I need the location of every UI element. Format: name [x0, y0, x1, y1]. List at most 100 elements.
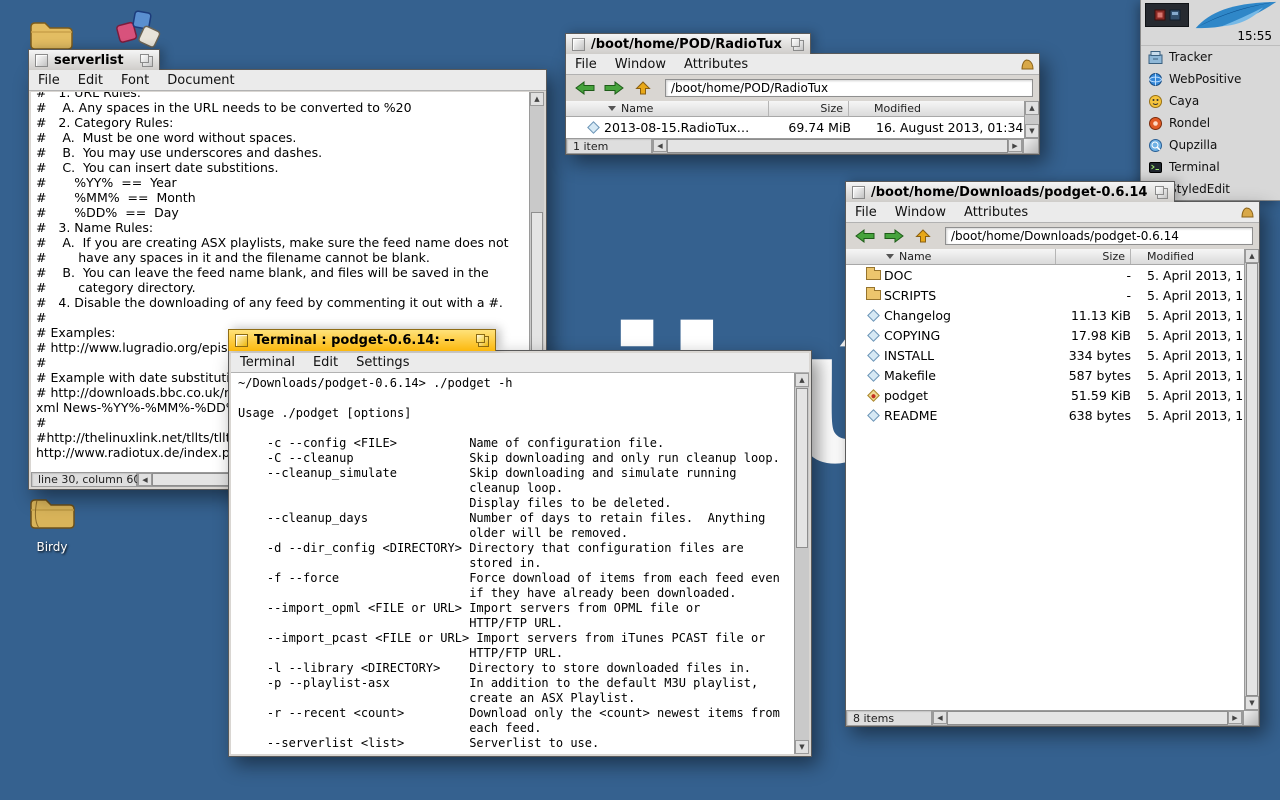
vertical-scrollbar[interactable]: ▲ ▼ [1244, 249, 1259, 710]
up-button[interactable] [910, 226, 936, 246]
file-list[interactable]: 2013-08-15.RadioTux… 69.74 MiB 16. Augus… [566, 117, 1024, 138]
forward-button[interactable] [881, 226, 907, 246]
scroll-left-button[interactable]: ◀ [933, 711, 947, 724]
sort-arrow-icon [886, 254, 894, 259]
navigation-toolbar: /boot/home/Downloads/podget-0.6.14 [846, 223, 1259, 249]
file-name: DOC [884, 268, 1056, 283]
tray-icon-2[interactable] [1169, 9, 1181, 21]
close-button[interactable] [572, 38, 585, 51]
path-field[interactable]: /boot/home/Downloads/podget-0.6.14 [945, 227, 1253, 245]
column-header-size[interactable]: Size [769, 101, 849, 116]
file-row[interactable]: podget 51.59 KiB 5. April 2013, 17: [846, 385, 1244, 405]
column-header-name[interactable]: Name [566, 101, 769, 116]
tray-icon-1[interactable] [1154, 9, 1166, 21]
menu-window[interactable]: Window [606, 54, 675, 74]
gems-icon [112, 8, 166, 54]
back-button[interactable] [572, 78, 598, 98]
scroll-up-button[interactable]: ▲ [1025, 101, 1039, 115]
scroll-up-button[interactable]: ▲ [795, 373, 809, 387]
zoom-button[interactable] [140, 54, 153, 67]
scrollbar-thumb[interactable] [1246, 263, 1258, 696]
menu-file[interactable]: File [846, 202, 886, 222]
tray-icons[interactable] [1145, 3, 1189, 27]
tracker-icon [1148, 50, 1163, 65]
scroll-left-button[interactable]: ◀ [138, 473, 152, 486]
horizontal-scrollbar[interactable]: ◀ ▶ [932, 710, 1243, 726]
menu-attributes[interactable]: Attributes [675, 54, 757, 74]
deskbar-item-caya[interactable]: Caya [1141, 90, 1280, 112]
close-button[interactable] [852, 186, 865, 199]
deskbar-item-label: Rondel [1169, 116, 1210, 130]
menu-attributes[interactable]: Attributes [955, 202, 1037, 222]
desktop[interactable]: Haikú Birdy serverlist File Edit [0, 0, 1280, 800]
scroll-up-button[interactable]: ▲ [1245, 249, 1259, 263]
back-button[interactable] [852, 226, 878, 246]
window-tab[interactable]: /boot/home/POD/RadioTux [565, 33, 811, 54]
menu-file[interactable]: File [29, 70, 69, 90]
close-button[interactable] [35, 54, 48, 67]
clock[interactable]: 15:55 [1237, 29, 1272, 43]
folder-icon [862, 290, 884, 300]
file-row[interactable]: COPYING 17.98 KiB 5. April 2013, 16: [846, 325, 1244, 345]
file-size: 51.59 KiB [1056, 388, 1131, 403]
menu-file[interactable]: File [566, 54, 606, 74]
window-tab[interactable]: /boot/home/Downloads/podget-0.6.14 [845, 181, 1175, 202]
up-button[interactable] [630, 78, 656, 98]
zoom-button[interactable] [476, 334, 489, 347]
menu-terminal[interactable]: Terminal [231, 353, 304, 372]
item-count: 1 item [566, 138, 652, 154]
scrollbar-thumb[interactable] [531, 212, 543, 362]
column-header-name[interactable]: Name [846, 249, 1056, 264]
deskbar-item-tracker[interactable]: Tracker [1141, 46, 1280, 68]
deskbar-item-webpositive[interactable]: WebPositive [1141, 68, 1280, 90]
desktop-icon-birdy[interactable]: Birdy [22, 492, 82, 554]
scrollbar-thumb[interactable] [947, 711, 1228, 725]
scroll-down-button[interactable]: ▼ [1245, 696, 1259, 710]
menu-settings[interactable]: Settings [347, 353, 418, 372]
scrollbar-thumb[interactable] [667, 139, 1008, 153]
terminal-output-area[interactable]: ~/Downloads/podget-0.6.14> ./podget -h U… [231, 373, 794, 754]
close-button[interactable] [235, 334, 248, 347]
scrollbar-thumb[interactable] [796, 388, 808, 548]
scroll-right-button[interactable]: ▶ [1008, 139, 1022, 152]
path-field[interactable]: /boot/home/POD/RadioTux [665, 79, 1033, 97]
file-row[interactable]: Changelog 11.13 KiB 5. April 2013, 17: [846, 305, 1244, 325]
column-header-modified[interactable]: Modified [849, 101, 1024, 116]
file-modified: 5. April 2013, 17: [1131, 308, 1244, 323]
column-header-size[interactable]: Size [1056, 249, 1131, 264]
menu-window[interactable]: Window [886, 202, 955, 222]
resize-handle[interactable] [1243, 710, 1259, 726]
window-tab[interactable]: Terminal : podget-0.6.14: -- [228, 329, 496, 351]
scroll-left-button[interactable]: ◀ [653, 139, 667, 152]
menu-edit[interactable]: Edit [69, 70, 112, 90]
resize-handle[interactable] [1023, 138, 1039, 154]
file-name: COPYING [884, 328, 1056, 343]
vertical-scrollbar[interactable]: ▲ ▼ [1024, 101, 1039, 138]
file-row[interactable]: INSTALL 334 bytes 5. April 2013, 16: [846, 345, 1244, 365]
deskbar-item-rondel[interactable]: Rondel [1141, 112, 1280, 134]
menu-document[interactable]: Document [158, 70, 243, 90]
file-row[interactable]: 2013-08-15.RadioTux… 69.74 MiB 16. Augus… [566, 117, 1024, 137]
file-list[interactable]: DOC - 5. April 2013, 17: SCRIPTS - 5. Ap… [846, 265, 1244, 710]
file-row[interactable]: DOC - 5. April 2013, 17: [846, 265, 1244, 285]
horizontal-scrollbar[interactable]: ◀ ▶ [652, 138, 1023, 154]
deskbar-item-qupzilla[interactable]: Qupzilla [1141, 134, 1280, 156]
window-tab[interactable]: serverlist [28, 49, 160, 70]
scroll-down-button[interactable]: ▼ [1025, 124, 1039, 138]
file-row[interactable]: Makefile 587 bytes 5. April 2013, 16: [846, 365, 1244, 385]
zoom-button[interactable] [1155, 186, 1168, 199]
forward-button[interactable] [601, 78, 627, 98]
file-row[interactable]: README 638 bytes 5. April 2013, 16: [846, 405, 1244, 425]
scroll-right-button[interactable]: ▶ [1228, 711, 1242, 724]
menu-edit[interactable]: Edit [304, 353, 347, 372]
zoom-button[interactable] [791, 38, 804, 51]
icon-label: Birdy [22, 540, 82, 554]
column-header-row: Name Size Modified [846, 249, 1244, 265]
vertical-scrollbar[interactable]: ▲ ▼ [794, 373, 809, 754]
scroll-up-button[interactable]: ▲ [530, 92, 544, 106]
file-row[interactable]: SCRIPTS - 5. April 2013, 16: [846, 285, 1244, 305]
deskbar-item-terminal[interactable]: Terminal [1141, 156, 1280, 178]
menu-font[interactable]: Font [112, 70, 158, 90]
column-header-modified[interactable]: Modified [1131, 249, 1244, 264]
scroll-down-button[interactable]: ▼ [795, 740, 809, 754]
